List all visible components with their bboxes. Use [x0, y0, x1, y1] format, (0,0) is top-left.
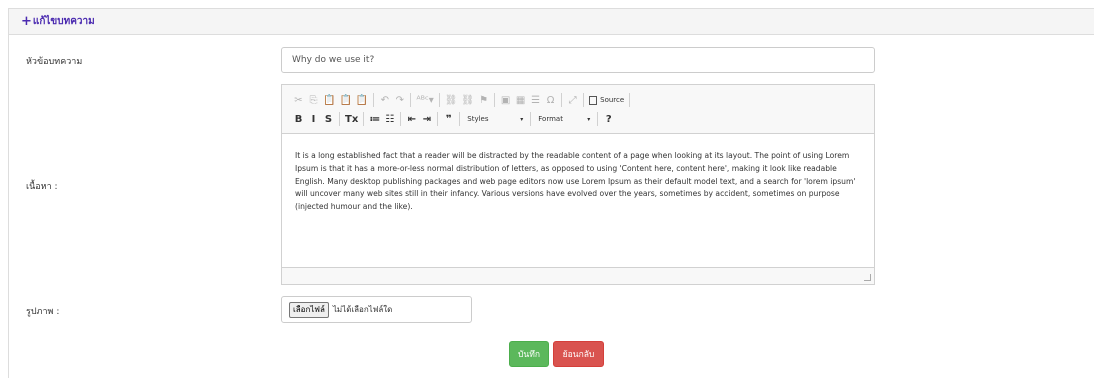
- remove-format-icon[interactable]: Tx: [343, 111, 360, 127]
- file-input[interactable]: เลือกไฟล์ ไม่ได้เลือกไฟล์ใด: [281, 296, 472, 323]
- toolbar-separator: [410, 93, 412, 107]
- styles-combo[interactable]: Styles ▾: [463, 111, 527, 127]
- help-icon[interactable]: ?: [601, 111, 616, 127]
- save-button[interactable]: บันทึก: [509, 341, 549, 367]
- choose-file-button[interactable]: เลือกไฟล์: [289, 301, 329, 318]
- toolbar-separator: [629, 93, 631, 107]
- panel-heading: + แก้ไขบทความ: [9, 9, 1094, 35]
- format-combo[interactable]: Format ▾: [534, 111, 594, 127]
- undo-icon[interactable]: ↶: [377, 92, 392, 108]
- file-status-text: ไม่ได้เลือกไฟล์ใด: [332, 305, 393, 314]
- toolbar-separator: [373, 93, 375, 107]
- toolbar-separator: [494, 93, 496, 107]
- unlink-icon[interactable]: ⛓: [459, 92, 476, 108]
- strike-icon[interactable]: S: [321, 111, 336, 127]
- image-label: รูปภาพ :: [26, 307, 60, 317]
- spellcheck-icon[interactable]: ᴬᴮᶜ▾: [414, 92, 435, 108]
- toolbar-separator: [339, 112, 340, 126]
- link-icon[interactable]: ⛓: [443, 92, 460, 108]
- special-char-icon[interactable]: Ω: [543, 92, 558, 108]
- toolbar-separator: [561, 93, 563, 107]
- toolbar-separator: [597, 112, 599, 126]
- source-button[interactable]: Source: [587, 92, 626, 108]
- table-icon[interactable]: ▦: [513, 92, 528, 108]
- numbered-list-icon[interactable]: ≔: [367, 111, 382, 127]
- editor-content[interactable]: It is a long established fact that a rea…: [282, 134, 874, 267]
- anchor-icon[interactable]: ⚑: [476, 92, 491, 108]
- cut-icon[interactable]: ✂: [291, 92, 306, 108]
- content-label: เนื้อหา :: [26, 182, 58, 192]
- format-combo-label: Format: [538, 115, 563, 123]
- editor-status-bar: [282, 267, 874, 284]
- bold-icon[interactable]: B: [291, 111, 306, 127]
- toolbar-row-1: ✂ ⎘ 📋 📋 📋 ↶ ↷ ᴬᴮᶜ▾ ⛓ ⛓ ⚑ ▣ ▦ ☰ Ω ⤢ Source: [291, 91, 633, 109]
- rich-text-editor: ✂ ⎘ 📋 📋 📋 ↶ ↷ ᴬᴮᶜ▾ ⛓ ⛓ ⚑ ▣ ▦ ☰ Ω ⤢ Source B I S Tx ≔ ☷ ⇤ ⇥ ❞ Styl…: [281, 84, 875, 285]
- redo-icon[interactable]: ↷: [392, 92, 407, 108]
- toolbar-separator: [583, 93, 585, 107]
- paste-text-icon[interactable]: 📋: [337, 92, 353, 108]
- chevron-down-icon: ▾: [587, 115, 591, 123]
- paste-word-icon[interactable]: 📋: [354, 92, 370, 108]
- image-icon[interactable]: ▣: [498, 92, 513, 108]
- toolbar-separator: [459, 112, 461, 126]
- back-button[interactable]: ย้อนกลับ: [553, 341, 604, 367]
- blockquote-icon[interactable]: ❞: [441, 111, 456, 127]
- title-input[interactable]: [281, 47, 875, 73]
- toolbar-separator: [438, 93, 440, 107]
- source-label: Source: [600, 96, 625, 104]
- plus-icon: +: [21, 14, 32, 29]
- toolbar-separator: [363, 112, 365, 126]
- toolbar-separator: [530, 112, 532, 126]
- toolbar-separator: [400, 112, 402, 126]
- copy-icon[interactable]: ⎘: [306, 92, 321, 108]
- panel-title: แก้ไขบทความ: [32, 16, 95, 27]
- title-label: หัวข้อบทความ: [26, 57, 83, 67]
- source-icon: [589, 95, 598, 105]
- styles-combo-label: Styles: [467, 115, 489, 123]
- paste-icon[interactable]: 📋: [321, 92, 337, 108]
- indent-icon[interactable]: ⇥: [419, 111, 434, 127]
- toolbar-separator: [437, 112, 439, 126]
- horizontal-line-icon[interactable]: ☰: [528, 92, 543, 108]
- outdent-icon[interactable]: ⇤: [404, 111, 419, 127]
- toolbar-row-2: B I S Tx ≔ ☷ ⇤ ⇥ ❞ Styles ▾ Format ▾?: [291, 110, 616, 128]
- bulleted-list-icon[interactable]: ☷: [382, 111, 397, 127]
- editor-toolbar: ✂ ⎘ 📋 📋 📋 ↶ ↷ ᴬᴮᶜ▾ ⛓ ⛓ ⚑ ▣ ▦ ☰ Ω ⤢ Source B I S Tx ≔ ☷ ⇤ ⇥ ❞ Styl…: [282, 85, 874, 134]
- chevron-down-icon: ▾: [520, 115, 524, 123]
- maximize-icon[interactable]: ⤢: [565, 92, 580, 108]
- resize-handle-icon[interactable]: [864, 274, 871, 281]
- italic-icon[interactable]: I: [306, 111, 321, 127]
